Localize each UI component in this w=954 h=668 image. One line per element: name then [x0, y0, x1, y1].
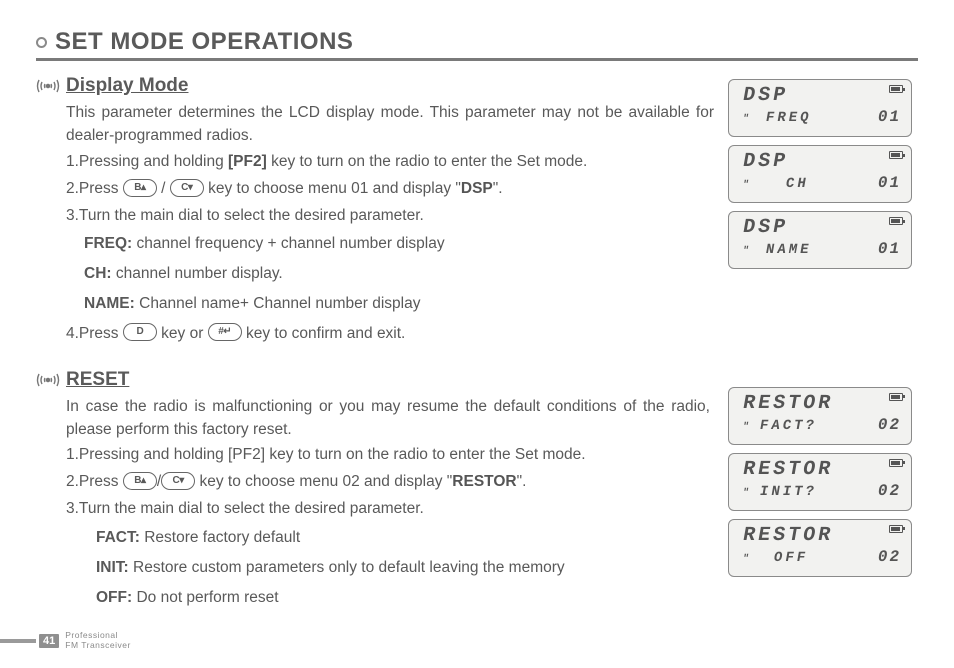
- key-d-icon: D: [123, 323, 157, 341]
- display-intro: This parameter determines the LCD displa…: [66, 101, 714, 148]
- def-name: NAME: Channel name+ Channel number displ…: [84, 289, 714, 319]
- display-step-1: 1.Pressing and holding [PF2] key to turn…: [66, 148, 714, 175]
- lcd-dsp-freq: DSP "FREQ01: [728, 79, 912, 137]
- key-b-icon: B▴: [123, 472, 157, 490]
- lcd-restor-off: RESTOR "OFF02: [728, 519, 912, 577]
- page-title-text: SET MODE OPERATIONS: [55, 28, 353, 56]
- section-display-mode: Display Mode This parameter determines t…: [36, 75, 918, 347]
- radio-waves-icon: [36, 371, 60, 389]
- section-reset: RESET In case the radio is malfunctionin…: [36, 369, 918, 614]
- key-b-icon: B▴: [123, 179, 157, 197]
- reset-intro: In case the radio is malfunctioning or y…: [66, 395, 714, 442]
- page-footer: 41 Professional FM Transceiver: [0, 631, 131, 650]
- page-number: 41: [39, 634, 59, 648]
- key-c-icon: C▾: [170, 179, 204, 197]
- reset-step-1: 1.Pressing and holding [PF2] key to turn…: [66, 441, 714, 468]
- def-off: OFF: Do not perform reset: [96, 583, 714, 613]
- key-hash-icon: #↵: [208, 323, 242, 341]
- reset-lcd-column: RESTOR "FACT?02 RESTOR "INIT?02 RESTOR "…: [728, 369, 918, 614]
- section-title-display: Display Mode: [66, 75, 188, 97]
- def-freq: FREQ: channel frequency + channel number…: [84, 229, 714, 259]
- footer-text: Professional FM Transceiver: [65, 631, 131, 650]
- section-title-reset: RESET: [66, 369, 129, 391]
- reset-step-3: 3.Turn the main dial to select the desir…: [66, 495, 714, 522]
- def-ch: CH: channel number display.: [84, 259, 714, 289]
- key-c-icon: C▾: [161, 472, 195, 490]
- circle-bullet-icon: [36, 37, 47, 48]
- radio-waves-icon: [36, 77, 60, 95]
- page-title: SET MODE OPERATIONS: [36, 28, 918, 56]
- display-step-3: 3.Turn the main dial to select the desir…: [66, 202, 714, 229]
- lcd-dsp-name: DSP "NAME01: [728, 211, 912, 269]
- def-fact: FACT: Restore factory default: [96, 523, 714, 553]
- display-step-2: 2.Press B▴ / C▾ key to choose menu 01 an…: [66, 175, 714, 202]
- def-init: INIT: Restore custom parameters only to …: [96, 553, 714, 583]
- lcd-restor-fact: RESTOR "FACT?02: [728, 387, 912, 445]
- footer-bar-icon: [0, 639, 36, 643]
- lcd-restor-init: RESTOR "INIT?02: [728, 453, 912, 511]
- page-title-bar: SET MODE OPERATIONS: [36, 28, 918, 61]
- lcd-dsp-ch: DSP "CH01: [728, 145, 912, 203]
- display-lcd-column: DSP "FREQ01 DSP "CH01 DSP "NAME01: [728, 75, 918, 347]
- display-step-4: 4.Press D key or #↵ key to confirm and e…: [66, 320, 714, 347]
- reset-step-2: 2.Press B▴/C▾ key to choose menu 02 and …: [66, 468, 714, 495]
